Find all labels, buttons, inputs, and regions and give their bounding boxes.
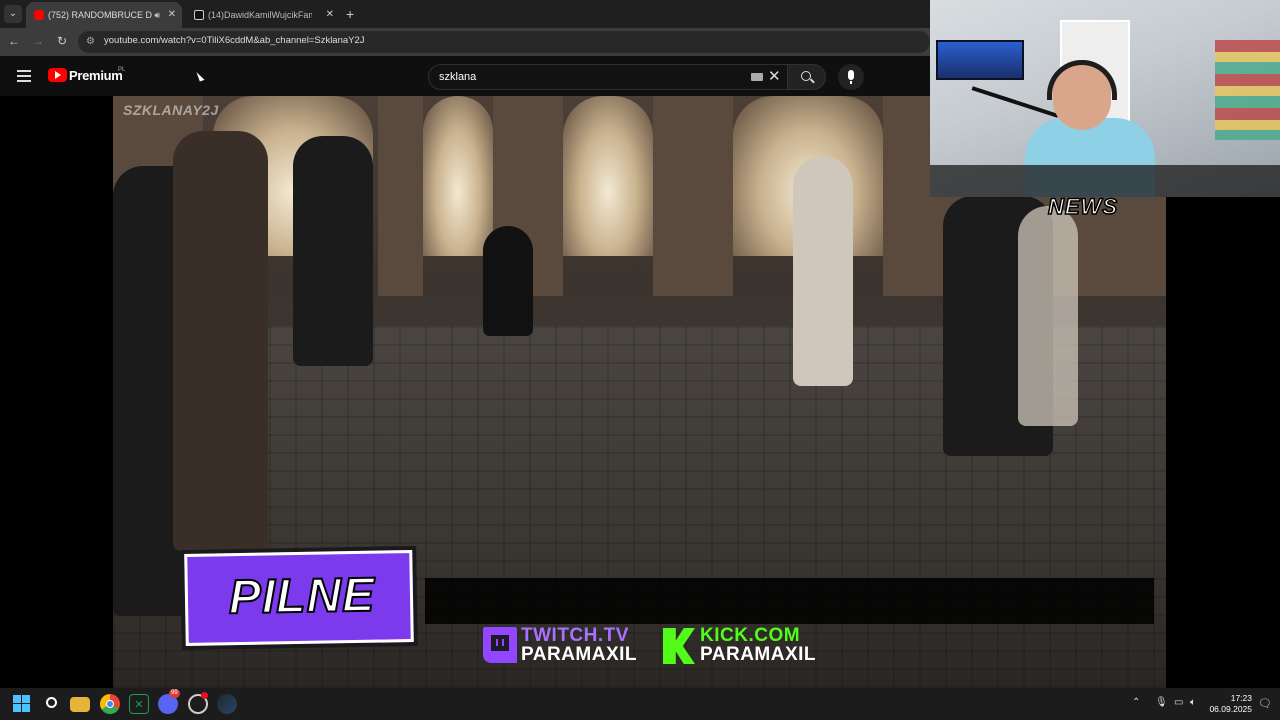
youtube-header: Premium PL szklana ✕ (0, 56, 930, 96)
youtube-premium-label[interactable]: Premium (69, 68, 123, 83)
tab-search-button[interactable]: ⌄ (4, 5, 22, 23)
twitch-url: TWITCH.TV (521, 625, 629, 646)
pedestrian (173, 131, 268, 551)
kick-url: KICK.COM (700, 625, 801, 646)
search-icon[interactable] (41, 694, 61, 714)
system-clock[interactable]: 17:23 06.09.2025 (1209, 693, 1252, 715)
clock-date: 06.09.2025 (1209, 704, 1252, 714)
clock-time: 17:23 (1230, 693, 1252, 703)
close-tab-icon[interactable]: ✕ (326, 2, 334, 28)
new-tab-button[interactable]: + (346, 4, 354, 24)
pedestrian (483, 226, 533, 336)
close-tab-icon[interactable]: ✕ (168, 2, 176, 28)
pedestrian (293, 136, 373, 366)
shop-window (563, 96, 653, 256)
tab-title: (14)DawidKamilWujcikFameMm (208, 10, 312, 20)
streamer-webcam (930, 0, 1280, 197)
desk (930, 165, 1280, 197)
forward-arrow-icon[interactable]: → (30, 34, 46, 48)
browser-tab-strip: ⌄ (752) RANDOMBRUCE DUŻ 🔊︎ ✕ (14)DawidKa… (0, 0, 930, 28)
microphone-icon (848, 70, 854, 84)
pedestrian (793, 156, 853, 386)
scene-pillar (378, 96, 423, 296)
pedestrian (1018, 206, 1078, 426)
obs-icon[interactable] (188, 692, 208, 714)
url-text[interactable]: youtube.com/watch?v=0TiliX6cddM&ab_chann… (104, 35, 365, 46)
search-query[interactable]: szklana (439, 71, 476, 83)
search-icon (801, 71, 811, 81)
youtube-logo-icon[interactable] (48, 68, 67, 82)
channel-watermark: SZKLANAY2J (123, 102, 219, 118)
address-bar[interactable]: ⚙ youtube.com/watch?v=0TiliX6cddM&ab_cha… (78, 31, 930, 53)
browser-toolbar: ← → ↻ ⚙ youtube.com/watch?v=0TiliX6cddM&… (0, 28, 930, 56)
twitch-logo-icon (483, 627, 517, 663)
keyboard-icon[interactable] (751, 73, 763, 81)
site-info-icon[interactable]: ⚙ (86, 36, 95, 47)
windows-start-icon[interactable] (12, 694, 32, 714)
speaker-icon[interactable]: 🔊︎ (154, 2, 160, 28)
tab-tiktok[interactable]: (14)DawidKamilWujcikFameMm ✕ (186, 2, 340, 28)
pilne-text: PILNE (227, 568, 376, 626)
excel-icon[interactable]: ✕ (129, 694, 149, 714)
search-input[interactable]: szklana ✕ (428, 64, 788, 90)
chevron-up-icon[interactable]: ⌃ (1132, 697, 1140, 708)
notification-icon[interactable]: 🗨︎ (1258, 697, 1272, 710)
steam-icon[interactable] (217, 694, 237, 714)
country-code: PL (118, 67, 126, 73)
pilne-badge: PILNE (180, 545, 418, 651)
search-button[interactable] (788, 64, 826, 90)
taskbar: ✕ 99 ⌃ 🎙︎ ▭ 🔈︎ 17:23 06.09.2025 🗨︎ (0, 688, 1280, 720)
news-label: NEWS (1047, 193, 1118, 220)
chrome-icon[interactable] (100, 694, 120, 714)
microphone-arm (971, 86, 1059, 118)
network-icon[interactable]: ▭ (1174, 697, 1183, 708)
news-ticker-bar (425, 578, 1154, 624)
collectibles-shelf (1215, 40, 1280, 140)
voice-search-button[interactable] (838, 64, 864, 90)
shop-window (423, 96, 493, 256)
tab-youtube[interactable]: (752) RANDOMBRUCE DUŻ 🔊︎ ✕ (26, 2, 182, 28)
tiktok-favicon-icon (194, 10, 204, 20)
twitch-promo: TWITCH.TV PARAMAXIL (521, 626, 637, 664)
menu-icon[interactable] (17, 70, 31, 82)
discord-badge: 99 (169, 689, 180, 698)
volume-icon[interactable]: 🔈︎ (1190, 697, 1196, 708)
clear-search-icon[interactable]: ✕ (768, 68, 781, 86)
tab-title: (752) RANDOMBRUCE DUŻ (48, 10, 152, 20)
reload-icon[interactable]: ↻ (54, 34, 70, 48)
file-explorer-icon[interactable] (70, 697, 90, 712)
scene-pillar (653, 96, 733, 296)
youtube-favicon-icon (34, 10, 44, 20)
back-arrow-icon[interactable]: ← (6, 34, 22, 48)
discord-icon[interactable]: 99 (158, 689, 180, 714)
twitch-channel: PARAMAXIL (521, 644, 638, 665)
kick-promo: KICK.COM PARAMAXIL (700, 626, 816, 664)
mic-icon[interactable]: 🎙︎ (1155, 697, 1168, 708)
kick-channel: PARAMAXIL (700, 644, 817, 665)
aquarium (936, 40, 1024, 80)
